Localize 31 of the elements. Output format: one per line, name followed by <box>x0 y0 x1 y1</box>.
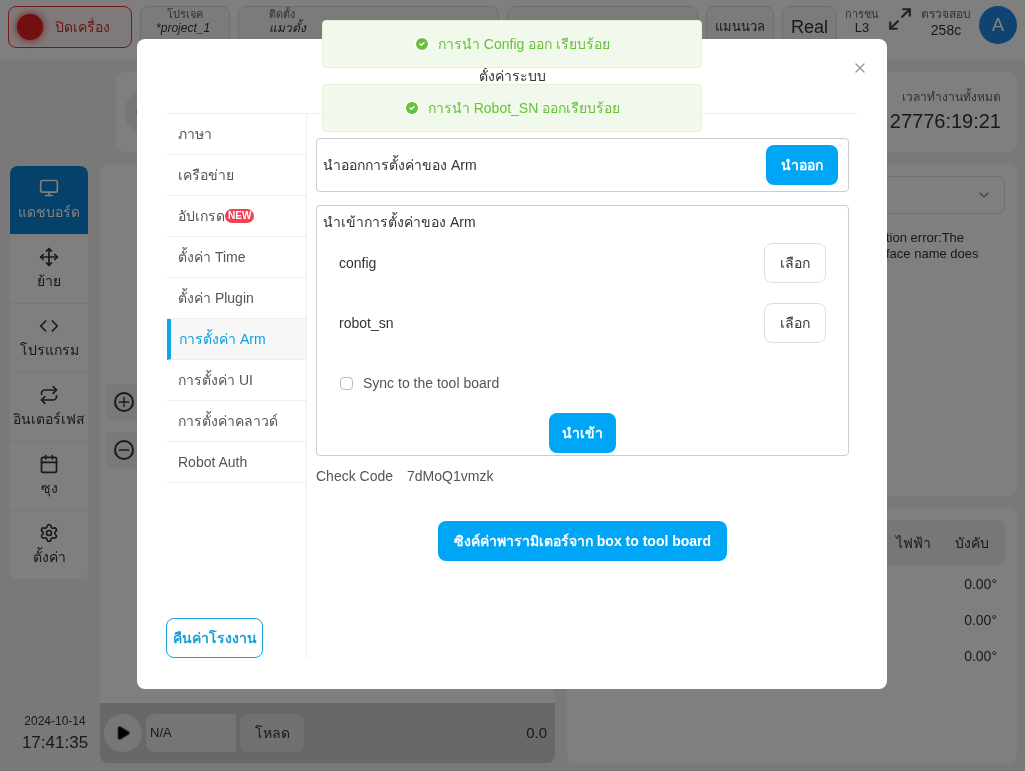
file-label: config <box>339 253 377 273</box>
joint-value: 0.00° <box>964 574 997 594</box>
column-header: ไฟฟ้า <box>896 533 931 553</box>
column-header: บังคับ <box>955 533 989 553</box>
dialog-title: ตั้งค่าระบบ <box>478 68 546 84</box>
runtime-label: เวลาทำงานทั้งหมด <box>902 88 1001 106</box>
chip-label: ติดตั้ง <box>269 8 296 20</box>
collision-level: L3 <box>854 21 870 34</box>
file-label: robot_sn <box>339 313 394 333</box>
chip-value: *project_1 <box>156 21 212 36</box>
log-text: tion error:The <box>886 230 966 246</box>
check-code-value: 7dMoQ1vmzk <box>407 467 494 486</box>
collision-label: การชน <box>845 8 879 21</box>
toast-text: การนำ Config ออก เรียบร้อย <box>437 34 611 54</box>
toast-text: การนำ Robot_SN ออกเรียบร้อย <box>427 98 621 118</box>
import-title: นำเข้าการตั้งค่าของ Arm <box>323 212 477 232</box>
joint-value: 0.00° <box>964 646 997 666</box>
export-label: นำออกการตั้งค่าของ Arm <box>323 154 477 175</box>
new-badge: NEW <box>225 209 255 223</box>
time-text: 17:41:35 <box>21 731 89 754</box>
log-text: face name does <box>886 246 980 262</box>
runtime-value: 27776:19:21 <box>889 109 1001 134</box>
joint-value: 0.00° <box>964 610 997 630</box>
check-label: ตรวจสอบ <box>921 6 971 22</box>
check-value: 258c <box>930 22 962 38</box>
chip-label: โปรเจค <box>167 8 204 21</box>
chip-value: แมวตั้ง <box>269 21 308 36</box>
date-text: 2024-10-14 <box>24 712 86 730</box>
speed-value: 0.0 <box>526 722 548 743</box>
check-code-label: Check Code <box>316 467 394 486</box>
sync-label: Sync to the tool board <box>363 373 500 393</box>
